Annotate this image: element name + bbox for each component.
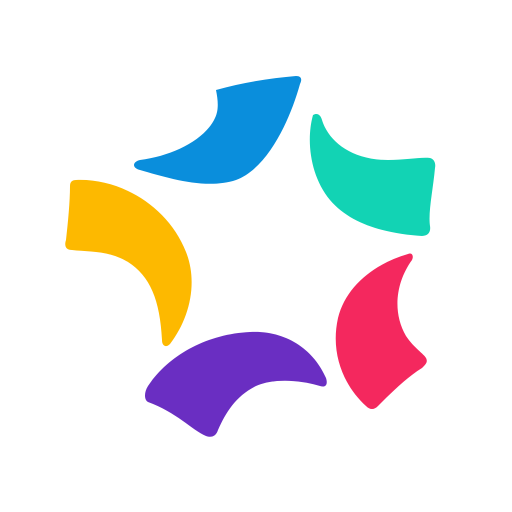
yellow-petal: [65, 179, 192, 347]
app-icon-canvas: [0, 0, 512, 512]
teal-petal: [309, 113, 436, 236]
red-petal: [335, 253, 427, 409]
blue-petal: [134, 76, 302, 184]
purple-petal: [145, 331, 327, 437]
multicolor-star-logo-icon: [65, 76, 436, 437]
